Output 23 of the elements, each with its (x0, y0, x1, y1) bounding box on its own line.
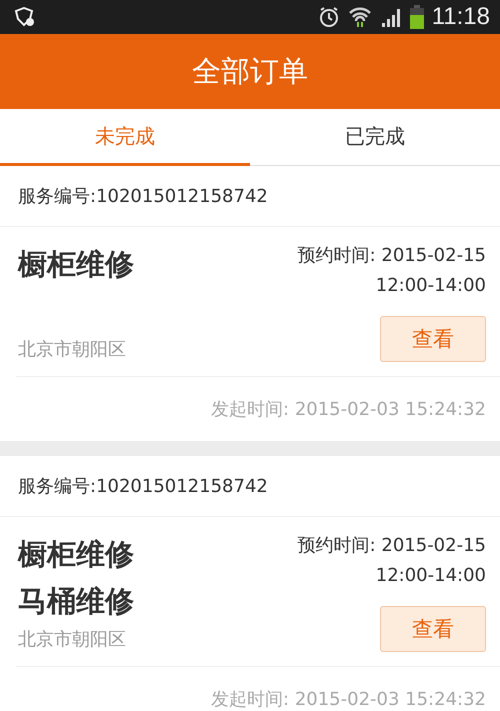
page-title: 全部订单 (192, 52, 308, 90)
service-title: 马桶维修 (18, 583, 134, 620)
signal-icon (380, 7, 402, 27)
tab[interactable]: 已完成 (250, 109, 500, 166)
service-title: 橱柜维修 (18, 246, 134, 283)
service-number: 服务编号:102015012158742 (0, 456, 500, 517)
appointment-date: 预约时间: 2015-02-15 (298, 244, 486, 268)
address: 北京市朝阳区 (18, 628, 127, 652)
service-number: 服务编号:102015012158742 (0, 166, 500, 227)
service-title: 橱柜维修 (18, 536, 134, 573)
alarm-icon (318, 6, 340, 28)
shield-icon (14, 7, 36, 27)
view-button[interactable]: 查看 (380, 606, 486, 652)
created-time: 发起时间: 2015-02-03 15:24:32 (210, 398, 487, 422)
created-time: 发起时间: 2015-02-03 15:24:32 (210, 688, 487, 711)
address: 北京市朝阳区 (18, 338, 127, 362)
appointment-date: 预约时间: 2015-02-15 (298, 534, 486, 558)
appointment-time: 12:00-14:00 (376, 564, 486, 588)
wifi-icon (348, 6, 372, 28)
battery-icon (410, 5, 424, 29)
status-time: 11:18 (432, 3, 490, 31)
view-button[interactable]: 查看 (380, 316, 486, 362)
appointment-time: 12:00-14:00 (376, 274, 486, 298)
